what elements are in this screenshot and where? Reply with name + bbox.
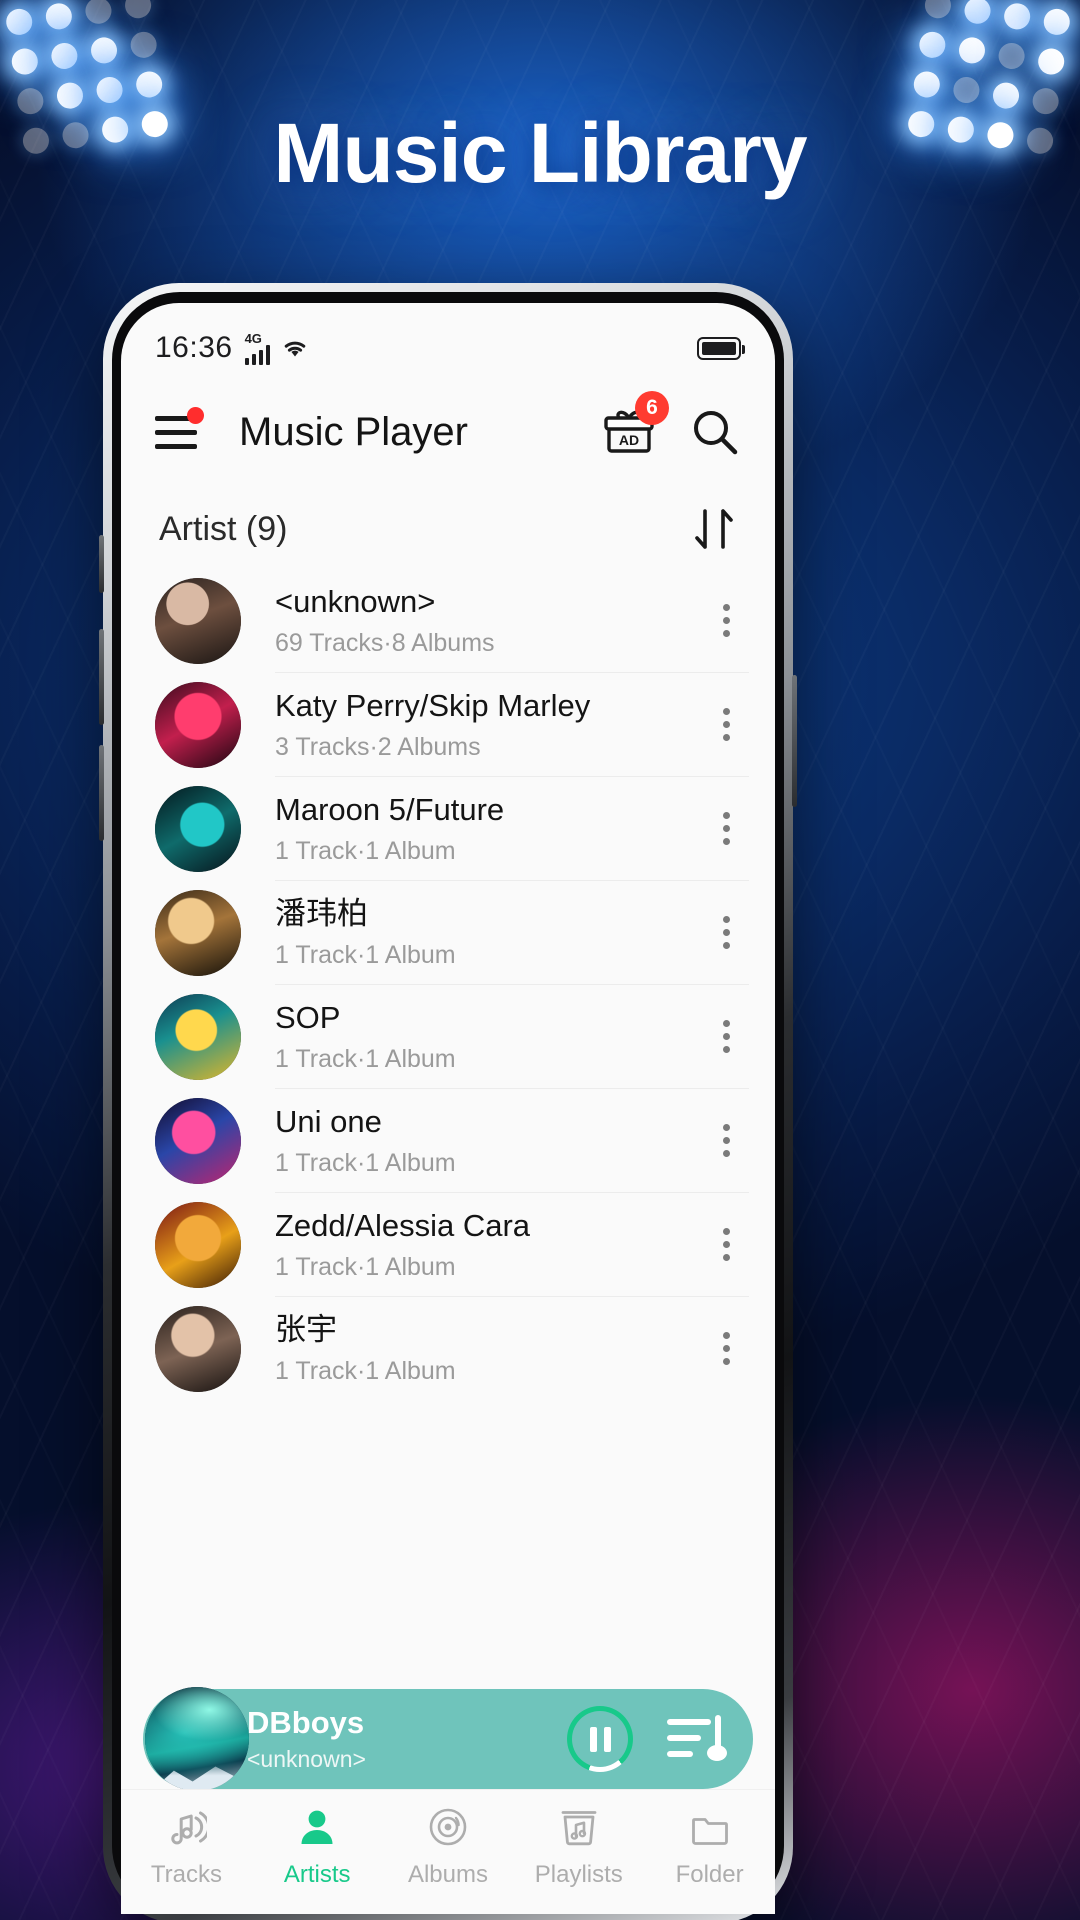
wifi-icon bbox=[284, 341, 306, 357]
artist-avatar bbox=[155, 1201, 241, 1288]
more-vertical-icon[interactable] bbox=[703, 590, 749, 652]
artist-meta: 1 Track·1 Album bbox=[275, 941, 456, 970]
artist-row[interactable]: Uni one 1 Track·1 Album bbox=[121, 1089, 775, 1192]
nav-label: Folder bbox=[675, 1861, 744, 1888]
artist-meta: 1 Track·1 Album bbox=[275, 1149, 456, 1178]
artist-avatar bbox=[155, 1305, 241, 1392]
more-vertical-icon[interactable] bbox=[703, 1318, 749, 1380]
artist-meta: 1 Track·1 Album bbox=[275, 1045, 456, 1074]
more-vertical-icon[interactable] bbox=[703, 694, 749, 756]
search-icon[interactable] bbox=[689, 406, 741, 458]
person-icon bbox=[296, 1804, 338, 1850]
artist-row[interactable]: Maroon 5/Future 1 Track·1 Album bbox=[121, 777, 775, 880]
phone-bezel: 16:36 4G Music Player AD 6 Artist (9) <u… bbox=[112, 292, 784, 1914]
nav-label: Artists bbox=[283, 1861, 351, 1888]
nav-label: Playlists bbox=[534, 1861, 623, 1888]
status-bar: 16:36 4G bbox=[121, 303, 775, 377]
svg-text:AD: AD bbox=[619, 432, 639, 448]
phone-power-button bbox=[792, 675, 797, 807]
battery-full-icon bbox=[697, 336, 745, 360]
more-vertical-icon[interactable] bbox=[703, 1006, 749, 1068]
pause-icon[interactable] bbox=[567, 1706, 633, 1772]
folder-icon bbox=[689, 1804, 731, 1850]
artist-list: <unknown> 69 Tracks·8 Albums Katy Perry/Sk… bbox=[121, 569, 775, 1408]
gift-ad-icon[interactable]: AD 6 bbox=[603, 391, 669, 457]
artist-count-label: Artist (9) bbox=[159, 509, 288, 548]
artist-row[interactable]: Zedd/Alessia Cara 1 Track·1 Album bbox=[121, 1193, 775, 1296]
playlist-queue-icon[interactable] bbox=[667, 1713, 727, 1765]
artist-meta: 3 Tracks·2 Albums bbox=[275, 733, 481, 762]
app-bar: Music Player AD 6 bbox=[121, 377, 775, 487]
sort-arrows-icon[interactable] bbox=[691, 505, 737, 553]
artist-meta: 1 Track·1 Album bbox=[275, 1253, 456, 1282]
artist-row[interactable]: 张宇 1 Track·1 Album bbox=[121, 1297, 775, 1400]
phone-volume-up-button bbox=[99, 629, 104, 725]
signal-bars-icon: 4G bbox=[244, 332, 271, 365]
phone-mockup: 16:36 4G Music Player AD 6 Artist (9) <u… bbox=[99, 283, 797, 1920]
status-time: 16:36 bbox=[155, 331, 233, 364]
list-header: Artist (9) bbox=[121, 487, 775, 569]
nav-item-tracks[interactable]: Tracks bbox=[121, 1804, 252, 1889]
gift-badge-count: 6 bbox=[635, 391, 669, 425]
artist-row[interactable]: SOP 1 Track·1 Album bbox=[121, 985, 775, 1088]
now-playing-title: DBboys bbox=[247, 1705, 365, 1741]
now-playing-artist: <unknown> bbox=[247, 1745, 366, 1772]
nav-label: Albums bbox=[407, 1861, 488, 1888]
artist-avatar bbox=[155, 993, 241, 1080]
artist-name: Zedd/Alessia Cara bbox=[275, 1207, 531, 1243]
more-vertical-icon[interactable] bbox=[703, 798, 749, 860]
artist-name: Katy Perry/Skip Marley bbox=[275, 687, 591, 723]
page-title: Music Player bbox=[239, 409, 468, 454]
artist-row[interactable]: Katy Perry/Skip Marley 3 Tracks·2 Albums bbox=[121, 673, 775, 776]
phone-screen: 16:36 4G Music Player AD 6 Artist (9) <u… bbox=[121, 303, 775, 1914]
artist-name: Uni one bbox=[275, 1103, 382, 1139]
more-vertical-icon[interactable] bbox=[703, 1110, 749, 1172]
nav-label: Tracks bbox=[150, 1861, 222, 1888]
nav-item-albums[interactable]: Albums bbox=[383, 1804, 514, 1889]
now-playing-artwork bbox=[145, 1687, 249, 1791]
artist-meta: 69 Tracks·8 Albums bbox=[275, 629, 495, 658]
artist-meta: 1 Track·1 Album bbox=[275, 1357, 456, 1386]
artist-avatar bbox=[155, 577, 241, 664]
now-playing-container: DBboys <unknown> bbox=[121, 1687, 775, 1791]
artist-name: <unknown> bbox=[275, 583, 436, 619]
music-note-waves-icon bbox=[165, 1804, 208, 1850]
artist-avatar bbox=[155, 681, 241, 768]
artist-avatar bbox=[155, 785, 241, 872]
artist-meta: 1 Track·1 Album bbox=[275, 837, 456, 866]
artist-name: SOP bbox=[275, 999, 341, 1035]
playlist-box-icon bbox=[558, 1804, 600, 1850]
phone-volume-down-button bbox=[99, 745, 104, 841]
nav-item-folder[interactable]: Folder bbox=[644, 1804, 775, 1889]
promo-title: Music Library bbox=[273, 106, 807, 200]
artist-avatar bbox=[155, 889, 241, 976]
bottom-navigation: Tracks Artists Albums Playlists Folder bbox=[121, 1789, 775, 1914]
now-playing-bar[interactable]: DBboys <unknown> bbox=[143, 1687, 753, 1791]
more-vertical-icon[interactable] bbox=[703, 902, 749, 964]
artist-row[interactable]: 潘玮柏 1 Track·1 Album bbox=[121, 881, 775, 984]
nav-item-playlists[interactable]: Playlists bbox=[513, 1804, 644, 1889]
artist-avatar bbox=[155, 1097, 241, 1184]
artist-row[interactable]: <unknown> 69 Tracks·8 Albums bbox=[121, 569, 775, 672]
vinyl-disc-icon bbox=[427, 1804, 469, 1850]
phone-mute-button bbox=[99, 535, 104, 593]
hamburger-menu-icon[interactable] bbox=[155, 407, 204, 452]
more-vertical-icon[interactable] bbox=[703, 1214, 749, 1276]
artist-name: 潘玮柏 bbox=[275, 895, 368, 931]
menu-notification-dot bbox=[187, 407, 204, 424]
artist-name: Maroon 5/Future bbox=[275, 791, 505, 827]
artist-name: 张宇 bbox=[275, 1311, 337, 1347]
nav-item-artists[interactable]: Artists bbox=[252, 1804, 383, 1889]
